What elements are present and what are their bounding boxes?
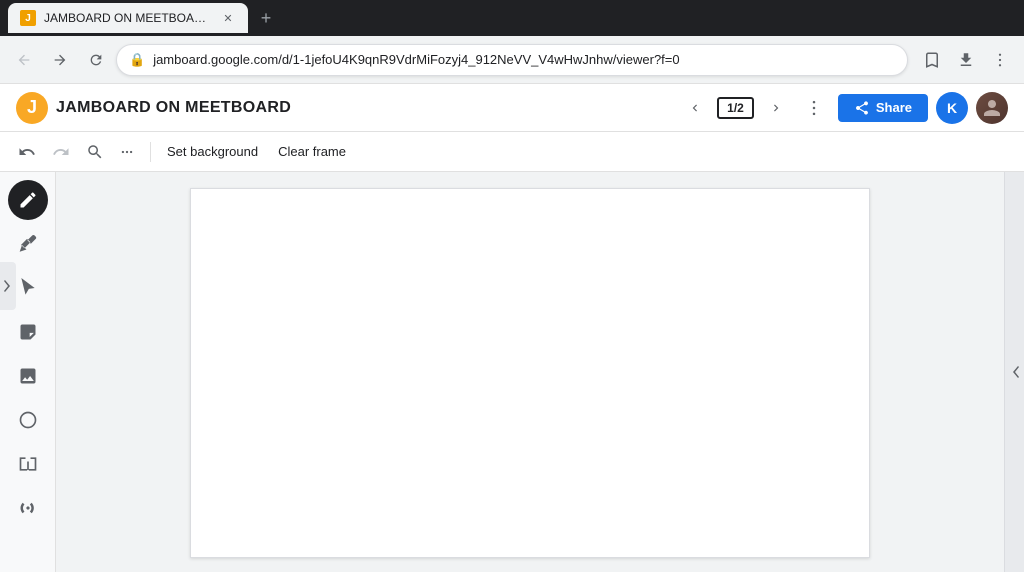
jam-canvas[interactable] — [190, 188, 870, 558]
tab-close-button[interactable]: ✕ — [220, 10, 236, 26]
set-background-button[interactable]: Set background — [159, 140, 266, 163]
user-photo-avatar[interactable] — [976, 92, 1008, 124]
share-button[interactable]: Share — [838, 94, 928, 122]
user-k-avatar[interactable]: K — [936, 92, 968, 124]
share-label: Share — [876, 100, 912, 115]
next-page-button[interactable] — [762, 94, 790, 122]
select-tool-button[interactable] — [8, 268, 48, 308]
zoom-button[interactable] — [80, 137, 110, 167]
laser-tool-button[interactable] — [8, 488, 48, 528]
new-tab-button[interactable]: + — [252, 4, 280, 32]
zoom-more-button[interactable] — [112, 137, 142, 167]
url-text: jamboard.google.com/d/1-1jefoU4K9qnR9Vdr… — [153, 52, 895, 67]
reload-button[interactable] — [80, 44, 112, 76]
zoom-controls — [80, 137, 142, 167]
pen-tool-button[interactable] — [8, 180, 48, 220]
download-button[interactable] — [950, 44, 982, 76]
tab-favicon: J — [20, 10, 36, 26]
canvas-area[interactable] — [56, 172, 1004, 572]
undo-button[interactable] — [12, 137, 42, 167]
back-button[interactable] — [8, 44, 40, 76]
redo-button[interactable] — [46, 137, 76, 167]
toolbar-divider — [150, 142, 151, 162]
main-area — [0, 172, 1024, 572]
sticky-note-tool-button[interactable] — [8, 312, 48, 352]
address-bar-row: 🔒 jamboard.google.com/d/1-1jefoU4K9qnR9V… — [0, 36, 1024, 84]
shape-tool-button[interactable] — [8, 400, 48, 440]
browser-tab[interactable]: J JAMBOARD ON MEETBOAR... ✕ — [8, 3, 248, 33]
pagination-controls: 1/2 — [681, 94, 790, 122]
app-logo: J — [16, 92, 48, 124]
browser-toolbar-icons — [916, 44, 1016, 76]
browser-menu-button[interactable] — [984, 44, 1016, 76]
left-toolbar — [0, 172, 56, 572]
forward-button[interactable] — [44, 44, 76, 76]
tab-title: JAMBOARD ON MEETBOAR... — [44, 11, 212, 25]
app-title: JAMBOARD ON MEETBOARD — [56, 99, 291, 117]
text-frame-tool-button[interactable] — [8, 444, 48, 484]
address-box[interactable]: 🔒 jamboard.google.com/d/1-1jefoU4K9qnR9V… — [116, 44, 908, 76]
bookmark-button[interactable] — [916, 44, 948, 76]
lock-icon: 🔒 — [129, 52, 145, 68]
edit-toolbar: Set background Clear frame — [0, 132, 1024, 172]
app-more-button[interactable] — [798, 92, 830, 124]
clear-frame-button[interactable]: Clear frame — [270, 140, 354, 163]
marker-tool-button[interactable] — [8, 224, 48, 264]
app-header: J JAMBOARD ON MEETBOARD 1/2 Share K — [0, 84, 1024, 132]
title-bar: J JAMBOARD ON MEETBOAR... ✕ + — [0, 0, 1024, 36]
page-indicator: 1/2 — [717, 97, 754, 119]
image-tool-button[interactable] — [8, 356, 48, 396]
right-panel-toggle[interactable] — [1004, 172, 1024, 572]
prev-page-button[interactable] — [681, 94, 709, 122]
